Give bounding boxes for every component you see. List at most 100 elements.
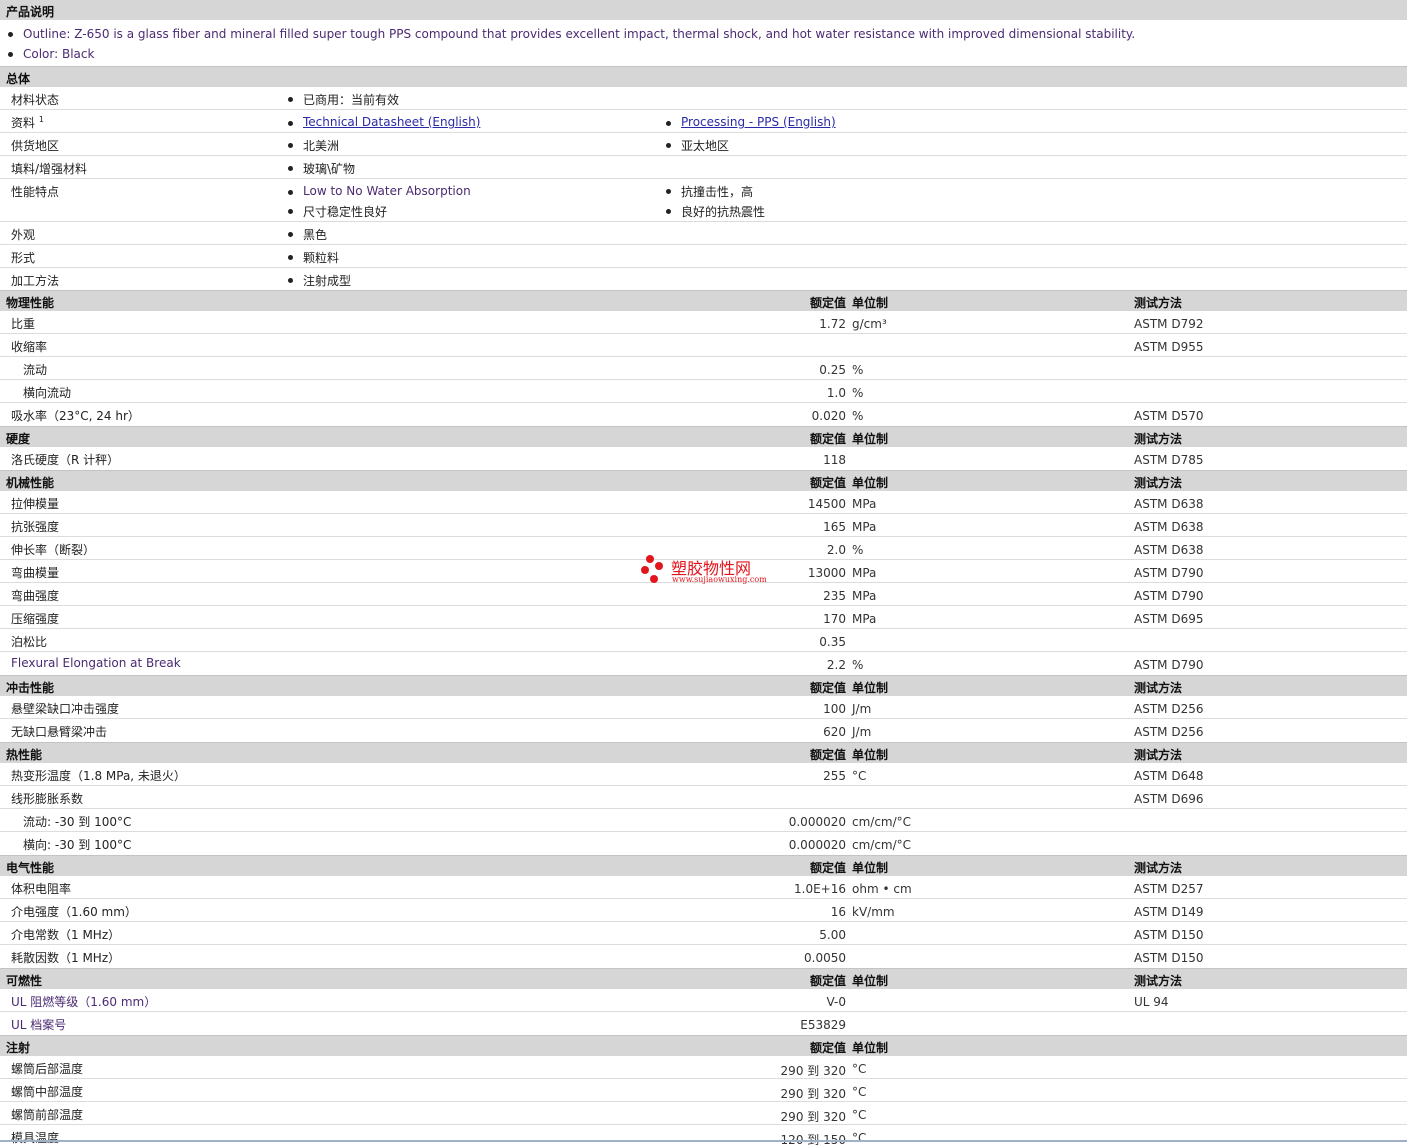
unit-header: 单位制 bbox=[852, 296, 889, 310]
section-header-hardness: 硬度 额定值 单位制 测试方法 bbox=[0, 426, 1407, 447]
property-value: 1.0 bbox=[826, 386, 846, 400]
row-label: 资料 1 bbox=[11, 114, 44, 131]
test-method: ASTM D638 bbox=[1134, 520, 1204, 534]
processing-link[interactable]: Processing - PPS (English) bbox=[681, 115, 836, 129]
mechanical-property-row: 抗张强度 165 MPa ASTM D638 bbox=[0, 514, 1407, 537]
property-label: 比重 bbox=[11, 317, 36, 331]
physical-property-row: 比重 1.72 g/cm³ ASTM D792 bbox=[0, 311, 1407, 334]
property-value: 118 bbox=[823, 453, 846, 467]
section-title: 电气性能 bbox=[6, 861, 55, 875]
row-label: 材料状态 bbox=[11, 93, 60, 107]
section-header-physical: 物理性能 额定值 单位制 测试方法 bbox=[0, 290, 1407, 311]
test-method: ASTM D638 bbox=[1134, 497, 1204, 511]
property-label: 抗张强度 bbox=[11, 520, 60, 534]
thermal-property-row: 线形膨胀系数 ASTM D696 bbox=[0, 786, 1407, 809]
technical-datasheet-link[interactable]: Technical Datasheet (English) bbox=[303, 115, 480, 129]
section-title: 总体 bbox=[6, 72, 31, 86]
property-value: 1.72 bbox=[819, 317, 846, 331]
test-method: ASTM D150 bbox=[1134, 951, 1204, 965]
section-title: 热性能 bbox=[6, 748, 43, 762]
section-header-impact: 冲击性能 额定值 单位制 测试方法 bbox=[0, 675, 1407, 696]
flammability-rows: UL 阻燃等级（1.60 mm） V-0 UL 94 UL 档案号 E53829 bbox=[0, 989, 1407, 1035]
label-text: 资料 bbox=[11, 116, 36, 130]
footnote-sup: 1 bbox=[38, 115, 44, 124]
property-value: 0.000020 bbox=[788, 838, 846, 852]
property-label: 压缩强度 bbox=[11, 612, 60, 626]
description-item: Outline: Z-650 is a glass fiber and mine… bbox=[8, 24, 1407, 44]
property-label: 弯曲强度 bbox=[11, 589, 60, 603]
section-header-general: 总体 bbox=[0, 66, 1407, 87]
property-unit: MPa bbox=[852, 612, 877, 626]
list-item: 抗撞击性，高 bbox=[666, 183, 753, 200]
test-method: ASTM D570 bbox=[1134, 409, 1204, 423]
test-method: ASTM D648 bbox=[1134, 769, 1204, 783]
property-value: 165 bbox=[823, 520, 846, 534]
general-row: 性能特点 Low to No Water Absorption 抗撞击性，高 尺… bbox=[0, 179, 1407, 222]
test-method: ASTM D638 bbox=[1134, 543, 1204, 557]
property-value: 0.000020 bbox=[788, 815, 846, 829]
section-title: 冲击性能 bbox=[6, 681, 55, 695]
physical-property-row: 横向流动 1.0% bbox=[0, 380, 1407, 403]
test-method: ASTM D149 bbox=[1134, 905, 1204, 919]
section-title: 物理性能 bbox=[6, 296, 55, 310]
property-value: 290 到 320 bbox=[780, 1110, 846, 1124]
property-unit: J/m bbox=[852, 725, 872, 739]
property-unit: g/cm³ bbox=[852, 317, 887, 331]
property-label: 拉伸模量 bbox=[11, 497, 60, 511]
test-method: ASTM D256 bbox=[1134, 725, 1204, 739]
property-value: V-0 bbox=[826, 995, 846, 1009]
injection-rows: 螺筒后部温度 290 到 320 °C 螺筒中部温度 290 到 320 °C 螺筒前部温度… bbox=[0, 1056, 1407, 1148]
list-item: 颗粒料 bbox=[288, 249, 339, 266]
logo-dot bbox=[655, 562, 663, 570]
property-value: 16 bbox=[830, 905, 846, 919]
property-unit: MPa bbox=[852, 566, 877, 580]
section-header-thermal: 热性能 额定值 单位制 测试方法 bbox=[0, 742, 1407, 763]
value-header: 额定值 bbox=[809, 432, 846, 446]
list-item: 已商用：当前有效 bbox=[288, 91, 399, 108]
property-unit: °C bbox=[852, 769, 867, 783]
test-method: ASTM D955 bbox=[1134, 340, 1204, 354]
property-value: 290 到 320 bbox=[780, 1087, 846, 1101]
hardness-rows: 洛氏硬度（R 计秤） 118 ASTM D785 bbox=[0, 447, 1407, 470]
list-item: Processing - PPS (English) bbox=[666, 115, 836, 129]
hardness-property-row: 洛氏硬度（R 计秤） 118 ASTM D785 bbox=[0, 447, 1407, 470]
property-value: 13000 bbox=[807, 566, 846, 580]
property-value: 170 bbox=[823, 612, 846, 626]
general-row: 填料/增强材料 玻璃\矿物 bbox=[0, 156, 1407, 179]
value-header: 额定值 bbox=[809, 748, 846, 762]
property-label: UL 档案号 bbox=[11, 1018, 67, 1032]
property-label: 无缺口悬臂梁冲击 bbox=[11, 725, 108, 739]
property-label: 横向: -30 到 100°C bbox=[23, 838, 132, 852]
general-row: 形式 颗粒料 bbox=[0, 245, 1407, 268]
property-label: 介电强度（1.60 mm） bbox=[11, 905, 137, 919]
flammability-property-row: UL 档案号 E53829 bbox=[0, 1012, 1407, 1035]
injection-property-row: 螺筒后部温度 290 到 320 °C bbox=[0, 1056, 1407, 1079]
test-method: ASTM D785 bbox=[1134, 453, 1204, 467]
property-unit: % bbox=[852, 363, 864, 377]
mechanical-property-row: 泊松比 0.35 bbox=[0, 629, 1407, 652]
list-item: 北美洲 bbox=[288, 137, 339, 154]
property-label: 收缩率 bbox=[11, 340, 48, 354]
property-label: 线形膨胀系数 bbox=[11, 792, 84, 806]
list-item: Low to No Water Absorption bbox=[288, 184, 471, 198]
method-header: 测试方法 bbox=[1134, 861, 1183, 875]
property-unit: cm/cm/°C bbox=[852, 838, 912, 852]
property-label: 伸长率（断裂） bbox=[11, 543, 96, 557]
row-label: 加工方法 bbox=[11, 274, 60, 288]
injection-property-row: 螺筒前部温度 290 到 320 °C bbox=[0, 1102, 1407, 1125]
property-label: 螺筒中部温度 bbox=[11, 1085, 84, 1099]
injection-property-row: 螺筒中部温度 290 到 320 °C bbox=[0, 1079, 1407, 1102]
method-header: 测试方法 bbox=[1134, 681, 1183, 695]
method-header: 测试方法 bbox=[1134, 296, 1183, 310]
property-value: 235 bbox=[823, 589, 846, 603]
unit-header: 单位制 bbox=[852, 1041, 889, 1055]
description-item: Color: Black bbox=[8, 44, 1407, 64]
test-method: ASTM D695 bbox=[1134, 612, 1204, 626]
property-value: 0.020 bbox=[811, 409, 846, 423]
test-method: UL 94 bbox=[1134, 995, 1169, 1009]
watermark-url: www.sujiaowuxing.com bbox=[672, 575, 767, 584]
property-value: 1.0E+16 bbox=[794, 882, 846, 896]
list-item: 黑色 bbox=[288, 226, 327, 243]
list-item: 亚太地区 bbox=[666, 137, 729, 154]
general-row: 加工方法 注射成型 bbox=[0, 268, 1407, 290]
